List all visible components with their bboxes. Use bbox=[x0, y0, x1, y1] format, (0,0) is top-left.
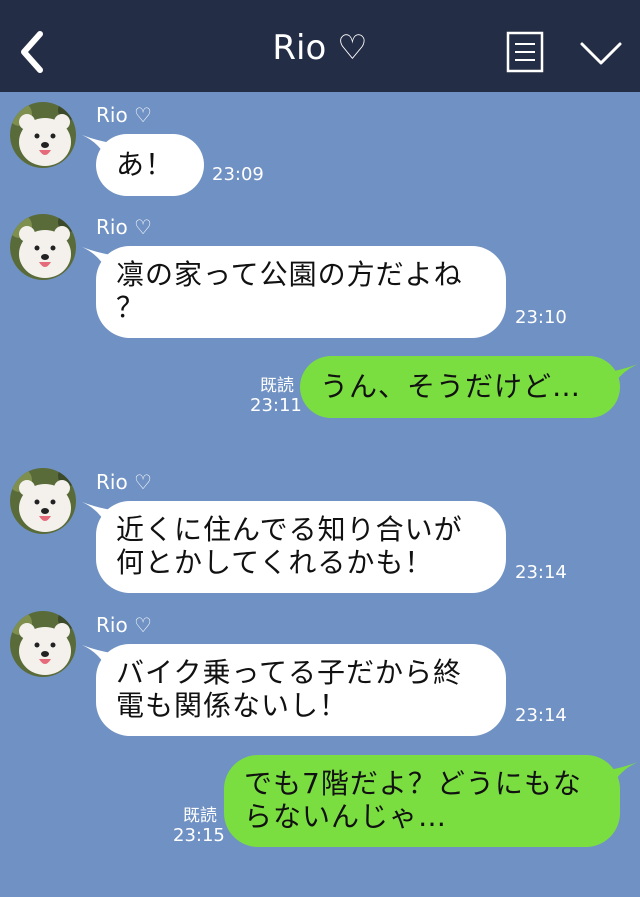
message-text-line: でも7階だよ？どうにもな bbox=[244, 767, 582, 800]
menu-list-icon[interactable] bbox=[506, 31, 544, 73]
sender-name: Rio ♡ bbox=[96, 103, 152, 127]
message-text: うん、そうだけど… bbox=[320, 370, 582, 403]
timestamp: 23:14 bbox=[515, 562, 567, 583]
chat-header: Rio ♡ bbox=[0, 0, 640, 92]
timestamp: 23:11 bbox=[250, 395, 302, 416]
avatar[interactable] bbox=[10, 214, 76, 280]
dog-avatar-icon bbox=[10, 102, 76, 168]
avatar[interactable] bbox=[10, 611, 76, 677]
dog-avatar-icon bbox=[10, 468, 76, 534]
bubble-tail bbox=[608, 762, 638, 786]
message-bubble[interactable]: あ！ bbox=[96, 134, 204, 196]
read-receipt: 既読 bbox=[260, 376, 294, 396]
chat-title: Rio ♡ bbox=[272, 28, 368, 68]
sender-name: Rio ♡ bbox=[96, 215, 152, 239]
message-bubble[interactable]: 凛の家って公園の方だよね ？ bbox=[96, 246, 506, 338]
sender-name: Rio ♡ bbox=[96, 470, 152, 494]
read-receipt: 既読 bbox=[183, 806, 217, 826]
sender-name: Rio ♡ bbox=[96, 613, 152, 637]
avatar[interactable] bbox=[10, 102, 76, 168]
timestamp: 23:09 bbox=[212, 164, 264, 185]
timestamp: 23:10 bbox=[515, 307, 567, 328]
avatar[interactable] bbox=[10, 468, 76, 534]
message-bubble[interactable]: 近くに住んでる知り合いが 何とかしてくれるかも！ bbox=[96, 501, 506, 593]
timestamp: 23:14 bbox=[515, 705, 567, 726]
message-bubble[interactable]: バイク乗ってる子だから終 電も関係ないし！ bbox=[96, 644, 506, 736]
message-bubble[interactable]: うん、そうだけど… bbox=[300, 356, 620, 418]
chevron-down-icon[interactable] bbox=[578, 36, 624, 70]
message-text-line: らないんじゃ… bbox=[244, 800, 448, 833]
message-text-line: バイク乗ってる子だから終 bbox=[116, 656, 463, 689]
message-text-line: 近くに住んでる知り合いが bbox=[116, 513, 463, 546]
timestamp: 23:15 bbox=[173, 825, 225, 846]
message-text-line: 何とかしてくれるかも！ bbox=[116, 546, 434, 579]
message-text-line: ？ bbox=[116, 291, 146, 324]
dog-avatar-icon bbox=[10, 611, 76, 677]
message-text: あ！ bbox=[116, 148, 175, 181]
message-bubble[interactable]: でも7階だよ？どうにもな らないんじゃ… bbox=[224, 755, 620, 847]
message-list[interactable]: Rio ♡ あ！ 23:09 Rio ♡ 凛の家って公園の方だよね ？ 23:1… bbox=[0, 92, 640, 897]
dog-avatar-icon bbox=[10, 214, 76, 280]
message-text-line: 電も関係ないし！ bbox=[116, 689, 349, 722]
message-text-line: 凛の家って公園の方だよね bbox=[116, 258, 463, 291]
bubble-tail bbox=[608, 364, 638, 388]
